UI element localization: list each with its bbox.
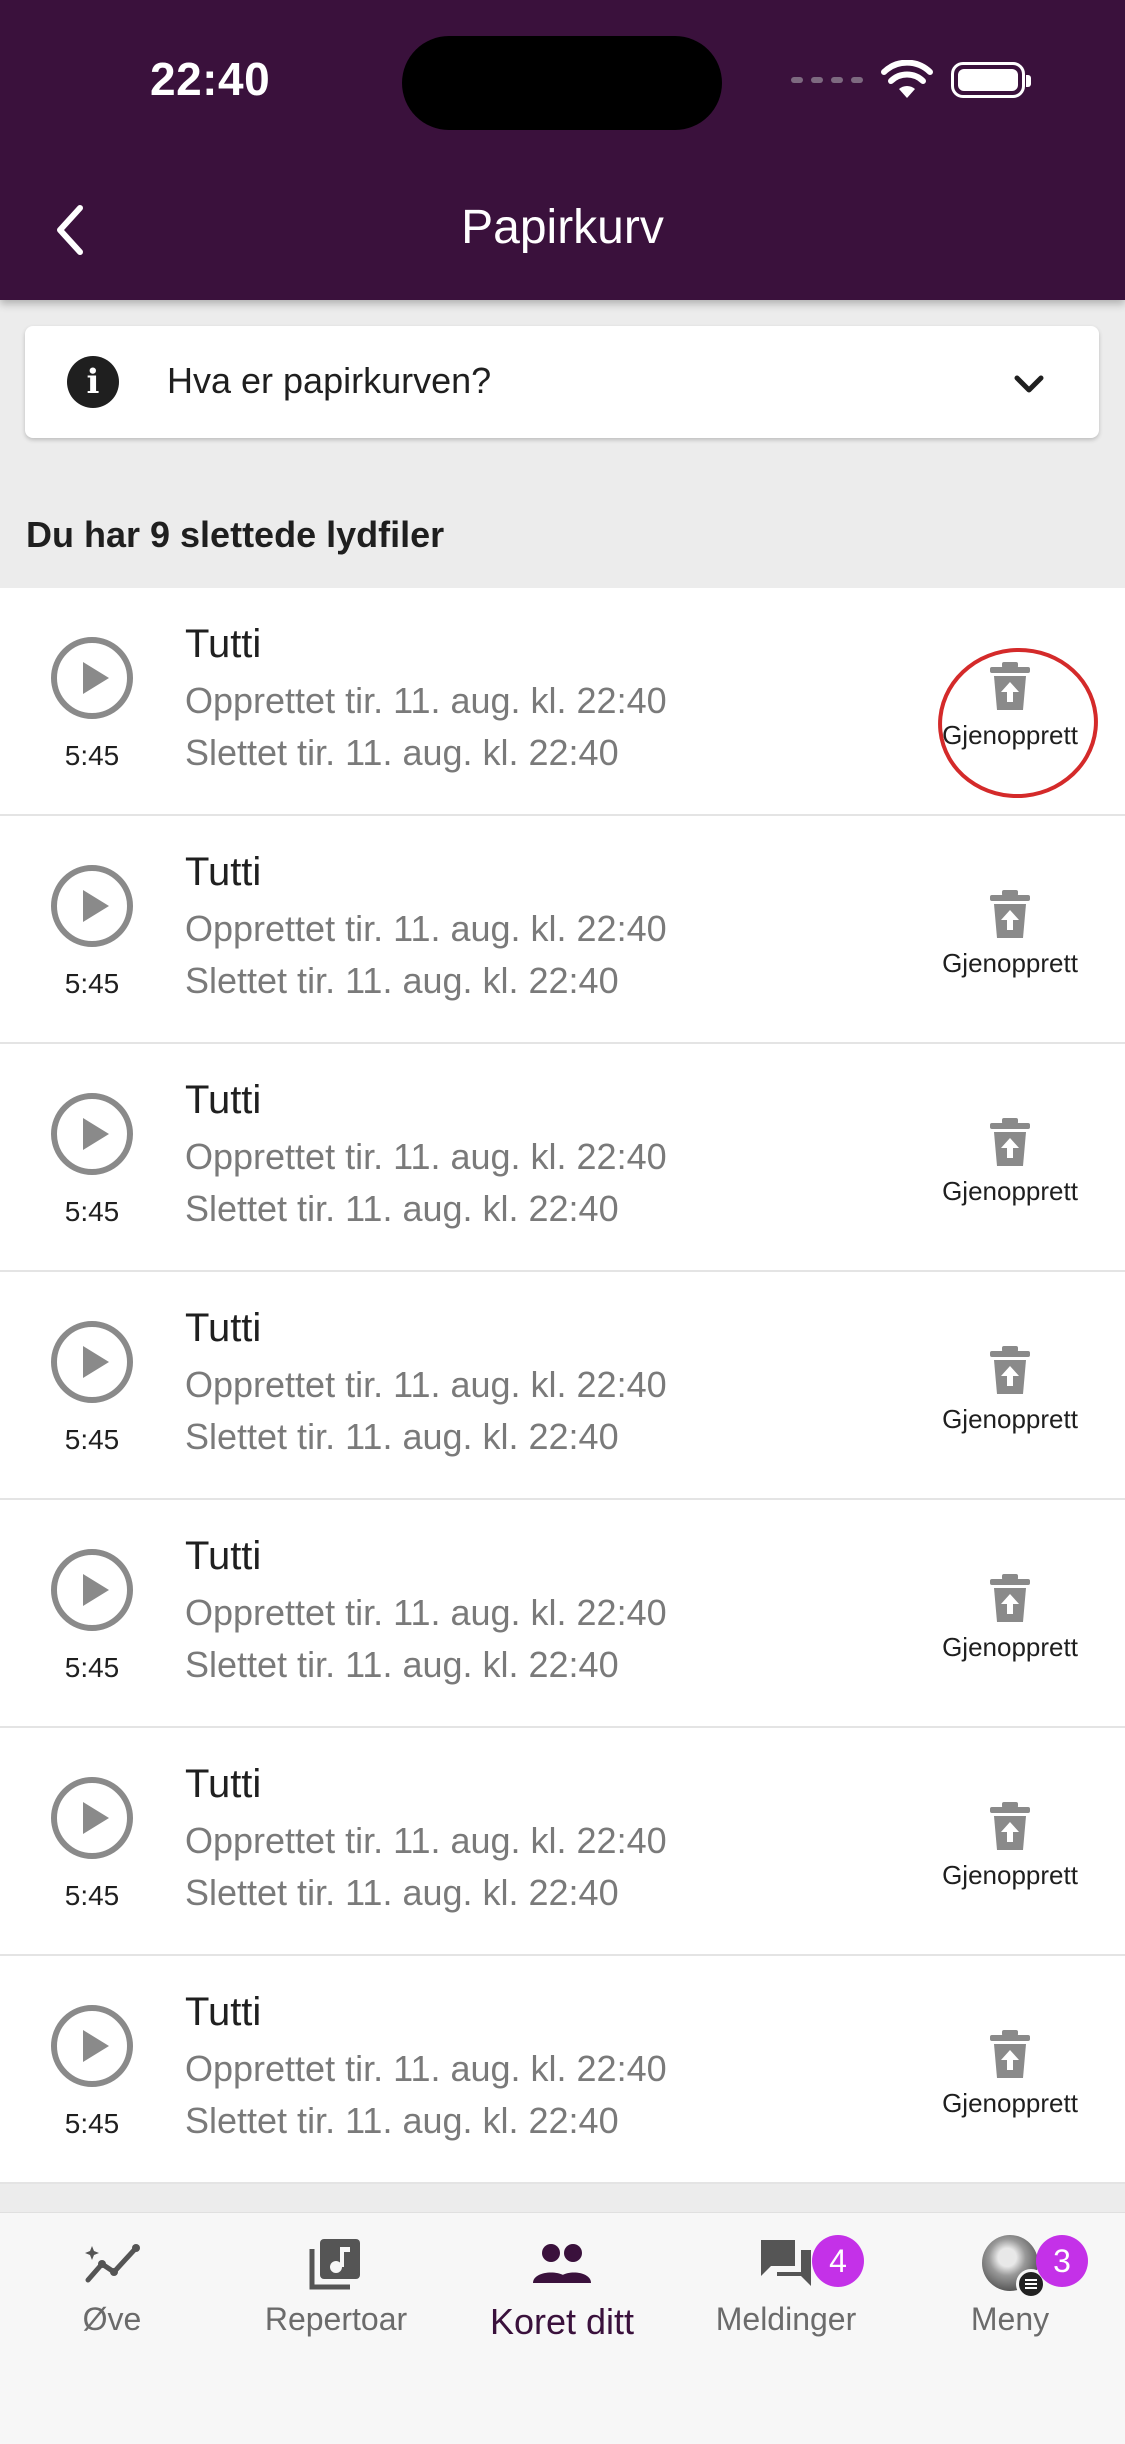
info-accordion-label: Hva er papirkurven?	[167, 360, 492, 401]
dynamic-island	[402, 36, 722, 130]
created-date: Opprettet tir. 11. aug. kl. 22:40	[185, 2048, 667, 2089]
deleted-date: Slettet tir. 11. aug. kl. 22:40	[185, 1188, 619, 1229]
deleted-date: Slettet tir. 11. aug. kl. 22:40	[185, 1416, 619, 1457]
nav-label-repertoar: Repertoar	[264, 2301, 408, 2337]
chevron-down-icon	[1014, 375, 1044, 393]
nav-item-repertoar[interactable]: Repertoar	[226, 2231, 446, 2338]
practice-chart-icon	[85, 2244, 140, 2283]
nav-item-ove[interactable]: Øve	[2, 2231, 222, 2338]
menu-badge: 3	[1036, 2235, 1088, 2287]
play-icon[interactable]	[50, 1320, 134, 1404]
duration: 5:45	[64, 740, 120, 771]
list-item: 5:45 Tutti Opprettet tir. 11. aug. kl. 2…	[0, 588, 1125, 816]
restore-trash-icon	[990, 1574, 1030, 1622]
duration: 5:45	[64, 1880, 120, 1911]
play-icon[interactable]	[50, 1776, 134, 1860]
info-icon: i	[67, 356, 119, 408]
deleted-date: Slettet tir. 11. aug. kl. 22:40	[185, 960, 619, 1001]
play-icon[interactable]	[50, 1548, 134, 1632]
restore-button[interactable]: Gjenopprett	[920, 2030, 1100, 2119]
restore-button[interactable]: Gjenopprett	[920, 890, 1100, 979]
cellular-signal-icon	[791, 77, 863, 83]
nav-label-meny: Meny	[970, 2301, 1050, 2337]
restore-button[interactable]: Gjenopprett	[920, 1346, 1100, 1435]
nav-label-koret-ditt: Koret ditt	[489, 2301, 635, 2342]
wifi-icon	[881, 60, 933, 98]
restore-trash-icon	[990, 662, 1030, 710]
restore-label: Gjenopprett	[942, 1404, 1078, 1434]
restore-trash-icon	[990, 890, 1030, 938]
deleted-date: Slettet tir. 11. aug. kl. 22:40	[185, 2100, 619, 2141]
item-title: Tutti	[185, 622, 262, 666]
created-date: Opprettet tir. 11. aug. kl. 22:40	[185, 908, 667, 949]
item-title: Tutti	[185, 1306, 262, 1350]
duration: 5:45	[64, 968, 120, 999]
list-item: 5:45 Tutti Opprettet tir. 11. aug. kl. 2…	[0, 816, 1125, 1044]
deleted-date: Slettet tir. 11. aug. kl. 22:40	[185, 1872, 619, 1913]
nav-item-koret-ditt[interactable]: Koret ditt	[452, 2231, 672, 2343]
status-indicators	[791, 60, 1031, 100]
restore-label: Gjenopprett	[942, 720, 1078, 750]
restore-trash-icon	[990, 1346, 1030, 1394]
list-item: 5:45 Tutti Opprettet tir. 11. aug. kl. 2…	[0, 1728, 1125, 1956]
battery-icon	[951, 62, 1031, 98]
app-header: 22:40 Papirkurv	[0, 0, 1125, 300]
restore-trash-icon	[990, 1802, 1030, 1850]
restore-button[interactable]: Gjenopprett	[920, 662, 1100, 751]
restore-button[interactable]: Gjenopprett	[920, 1118, 1100, 1207]
nav-item-meldinger[interactable]: 4 Meldinger	[676, 2231, 896, 2338]
play-icon[interactable]	[50, 2004, 134, 2088]
item-title: Tutti	[185, 850, 262, 894]
restore-label: Gjenopprett	[942, 2088, 1078, 2118]
list-item: 5:45 Tutti Opprettet tir. 11. aug. kl. 2…	[0, 1044, 1125, 1272]
restore-button[interactable]: Gjenopprett	[920, 1574, 1100, 1663]
item-title: Tutti	[185, 1762, 262, 1806]
restore-label: Gjenopprett	[942, 1176, 1078, 1206]
play-icon[interactable]	[50, 636, 134, 720]
list-item: 5:45 Tutti Opprettet tir. 11. aug. kl. 2…	[0, 1956, 1125, 2184]
list-item: 5:45 Tutti Opprettet tir. 11. aug. kl. 2…	[0, 1500, 1125, 1728]
created-date: Opprettet tir. 11. aug. kl. 22:40	[185, 1820, 667, 1861]
group-icon	[533, 2244, 591, 2283]
item-title: Tutti	[185, 1990, 262, 2034]
created-date: Opprettet tir. 11. aug. kl. 22:40	[185, 1592, 667, 1633]
restore-trash-icon	[990, 1118, 1030, 1166]
deleted-count-heading: Du har 9 slettede lydfiler	[26, 514, 445, 555]
nav-label-meldinger: Meldinger	[715, 2301, 857, 2337]
bottom-navigation: Øve Repertoar Koret ditt 4 Meldinger 3 M…	[0, 2212, 1125, 2444]
nav-label-ove: Øve	[82, 2301, 142, 2337]
restore-label: Gjenopprett	[942, 1860, 1078, 1890]
item-title: Tutti	[185, 1534, 262, 1578]
info-accordion[interactable]: i Hva er papirkurven?	[25, 326, 1099, 438]
restore-label: Gjenopprett	[942, 1632, 1078, 1662]
restore-trash-icon	[990, 2030, 1030, 2078]
page-title: Papirkurv	[461, 201, 664, 254]
duration: 5:45	[64, 1424, 120, 1455]
restore-button[interactable]: Gjenopprett	[920, 1802, 1100, 1891]
messages-badge: 4	[812, 2235, 864, 2287]
duration: 5:45	[64, 2108, 120, 2139]
nav-item-meny[interactable]: 3 Meny	[900, 2231, 1120, 2338]
play-icon[interactable]	[50, 864, 134, 948]
restore-label: Gjenopprett	[942, 948, 1078, 978]
play-icon[interactable]	[50, 1092, 134, 1176]
avatar	[982, 2235, 1046, 2299]
deleted-audio-list: 5:45 Tutti Opprettet tir. 11. aug. kl. 2…	[0, 588, 1125, 2184]
music-library-icon	[309, 2239, 360, 2290]
status-time: 22:40	[150, 53, 271, 105]
duration: 5:45	[64, 1652, 120, 1683]
created-date: Opprettet tir. 11. aug. kl. 22:40	[185, 1136, 667, 1177]
chat-icon	[761, 2240, 811, 2286]
created-date: Opprettet tir. 11. aug. kl. 22:40	[185, 1364, 667, 1405]
list-item: 5:45 Tutti Opprettet tir. 11. aug. kl. 2…	[0, 1272, 1125, 1500]
deleted-date: Slettet tir. 11. aug. kl. 22:40	[185, 1644, 619, 1685]
deleted-date: Slettet tir. 11. aug. kl. 22:40	[185, 732, 619, 773]
item-title: Tutti	[185, 1078, 262, 1122]
duration: 5:45	[64, 1196, 120, 1227]
created-date: Opprettet tir. 11. aug. kl. 22:40	[185, 680, 667, 721]
